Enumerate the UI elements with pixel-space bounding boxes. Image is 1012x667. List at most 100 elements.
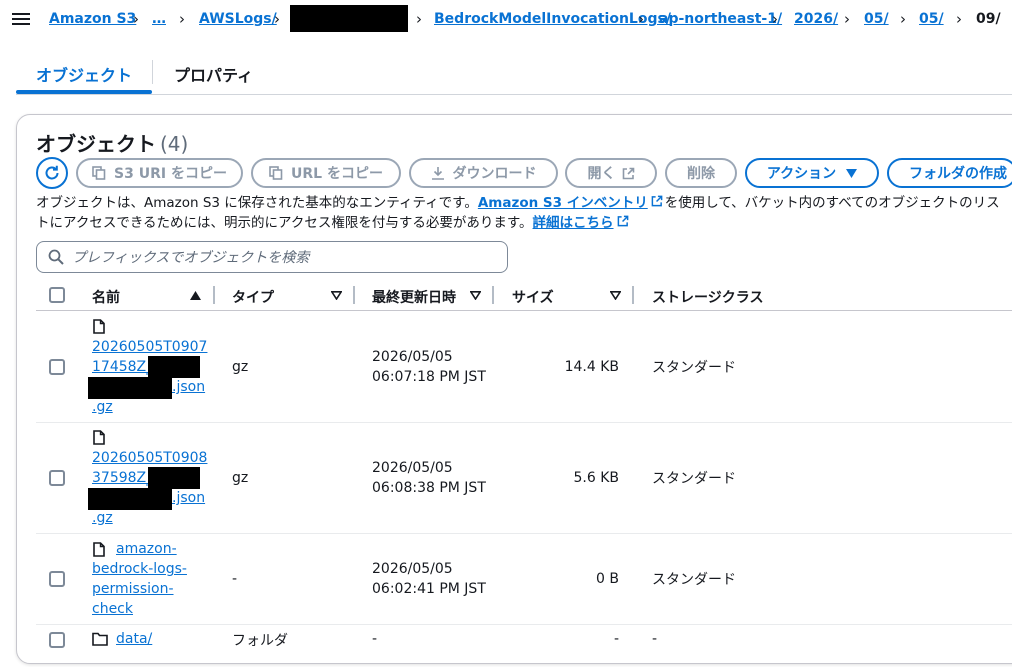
chevron-right-icon: ›	[956, 10, 962, 28]
breadcrumb-bedrock-logs[interactable]: BedrockModelInvocationLogs/	[434, 11, 671, 27]
object-size: -	[613, 631, 619, 647]
breadcrumb-awslogs[interactable]: AWSLogs/	[199, 11, 277, 27]
object-name-line[interactable]: check	[92, 601, 133, 617]
copy-url-button[interactable]: URL をコピー	[251, 158, 401, 188]
search-icon	[48, 249, 64, 265]
chevron-right-icon: ›	[900, 10, 906, 28]
hamburger-menu-icon[interactable]	[12, 10, 30, 26]
last-modified-time: 06:07:18 PM JST	[372, 369, 486, 385]
search-input[interactable]: プレフィックスでオブジェクトを検索	[36, 241, 508, 273]
object-name-line[interactable]: 17458Z_	[92, 359, 153, 375]
actions-dropdown-button[interactable]: アクション	[745, 158, 879, 188]
refresh-icon	[45, 165, 59, 180]
object-name-line[interactable]: .json	[172, 490, 205, 506]
tab-divider	[152, 60, 153, 84]
object-type: gz	[232, 359, 249, 375]
object-name-link[interactable]: bedrock-logs- permission- check	[92, 559, 187, 619]
actions-label: アクション	[766, 166, 837, 182]
create-folder-button[interactable]: フォルダの作成	[887, 158, 1012, 188]
object-name-line[interactable]: amazon-	[116, 541, 177, 557]
search-placeholder: プレフィックスでオブジェクトを検索	[72, 250, 310, 266]
column-header-name[interactable]: 名前	[92, 287, 120, 307]
storage-class: スタンダード	[652, 572, 736, 588]
breadcrumb-month[interactable]: 05/	[864, 11, 889, 27]
column-resizer[interactable]	[353, 286, 355, 304]
download-button[interactable]: ダウンロード	[409, 158, 558, 188]
sort-icon[interactable]	[331, 291, 342, 300]
breadcrumb-year[interactable]: 2026/	[794, 11, 838, 27]
column-header-type[interactable]: タイプ	[232, 287, 274, 307]
column-resizer[interactable]	[213, 286, 215, 304]
tab-properties[interactable]: プロパティ	[174, 62, 253, 86]
redacted-name-part	[148, 356, 200, 378]
object-type: フォルダ	[232, 633, 288, 649]
copy-s3-uri-label: S3 URI をコピー	[114, 166, 227, 182]
row-checkbox[interactable]	[49, 470, 65, 486]
column-header-last-modified[interactable]: 最終更新日時	[372, 287, 456, 307]
row-checkbox[interactable]	[49, 632, 65, 648]
open-button[interactable]: 開く	[565, 158, 657, 188]
last-modified-time: 06:08:38 PM JST	[372, 480, 486, 496]
breadcrumb-amazon-s3[interactable]: Amazon S3	[49, 11, 136, 27]
copy-icon	[92, 166, 106, 180]
table-header-rule	[36, 310, 1012, 311]
row-checkbox[interactable]	[49, 571, 65, 587]
storage-class: スタンダード	[652, 471, 736, 487]
object-type: gz	[232, 470, 249, 486]
last-modified: 2026/05/05 06:08:38 PM JST	[372, 458, 486, 498]
object-type: -	[232, 571, 238, 587]
redacted-name-part	[88, 377, 172, 399]
column-header-storage-class[interactable]: ストレージクラス	[652, 287, 763, 307]
sort-icon[interactable]	[610, 291, 621, 300]
file-icon	[93, 319, 105, 334]
copy-s3-uri-button[interactable]: S3 URI をコピー	[76, 158, 243, 188]
object-name-line[interactable]: .gz	[92, 510, 113, 526]
object-name-line[interactable]: 37598Z_	[92, 470, 153, 486]
last-modified: 2026/05/05 06:07:18 PM JST	[372, 347, 486, 387]
select-all-checkbox[interactable]	[49, 287, 65, 303]
folder-name-link[interactable]: data/	[116, 631, 152, 647]
object-name-link[interactable]: amazon-	[116, 539, 177, 559]
refresh-button[interactable]	[36, 157, 68, 189]
open-label: 開く	[587, 166, 616, 182]
object-name-line[interactable]: bedrock-logs-	[92, 561, 187, 577]
create-folder-label: フォルダの作成	[909, 166, 1007, 182]
chevron-right-icon: ›	[772, 10, 778, 28]
storage-class: スタンダード	[652, 360, 736, 376]
download-label: ダウンロード	[452, 166, 537, 182]
row-checkbox[interactable]	[49, 359, 65, 375]
last-modified: 2026/05/05 06:02:41 PM JST	[372, 559, 486, 599]
sort-ascending-icon[interactable]	[190, 291, 201, 300]
object-name-line[interactable]: .gz	[92, 399, 113, 415]
breadcrumb-ellipsis[interactable]: …	[152, 11, 166, 27]
panel-description: オブジェクトは、Amazon S3 に保存された基本的なエンティティです。Ama…	[36, 193, 1012, 233]
file-icon	[93, 430, 105, 445]
sort-icon[interactable]	[470, 291, 481, 300]
object-name-line[interactable]: 20260505T0907	[92, 339, 207, 355]
caret-down-icon	[846, 168, 858, 178]
delete-button[interactable]: 削除	[665, 158, 737, 188]
description-part2: を使用して、バケット内のすべてのオブジェクトのリス	[664, 195, 1000, 211]
row-divider	[36, 422, 1012, 423]
learn-more-link[interactable]: 詳細はこちら	[533, 215, 614, 231]
breadcrumb-region[interactable]: ap-northeast-1/	[659, 11, 782, 27]
object-name-line[interactable]: .json	[172, 379, 205, 395]
object-count: (4)	[160, 132, 189, 156]
column-resizer[interactable]	[632, 286, 634, 304]
row-divider	[36, 624, 1012, 625]
panel-title-text: オブジェクト	[36, 132, 156, 156]
description-part1: オブジェクトは、Amazon S3 に保存された基本的なエンティティです。	[36, 195, 478, 211]
last-modified-date: 2026/05/05	[372, 460, 453, 476]
redacted-account-id	[290, 5, 408, 32]
object-name-line[interactable]: 20260505T0908	[92, 450, 207, 466]
folder-icon	[92, 632, 108, 646]
object-name-line[interactable]: permission-	[92, 581, 174, 597]
object-size: 0 B	[596, 571, 619, 587]
external-link-icon	[617, 215, 628, 227]
panel-title: オブジェクト (4)	[36, 128, 188, 157]
tab-objects[interactable]: オブジェクト	[36, 62, 132, 86]
column-resizer[interactable]	[492, 286, 494, 304]
breadcrumb-day[interactable]: 05/	[919, 11, 944, 27]
inventory-link[interactable]: Amazon S3 インベントリ	[478, 195, 648, 211]
column-header-size[interactable]: サイズ	[512, 287, 554, 307]
